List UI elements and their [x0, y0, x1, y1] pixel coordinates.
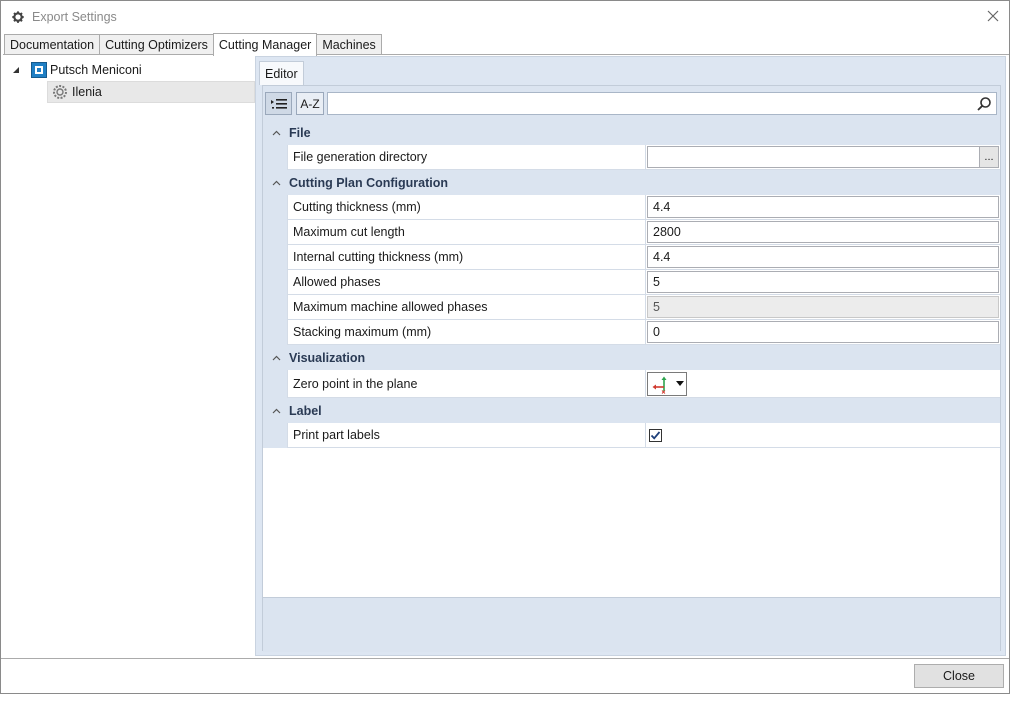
tree-node-root[interactable]: Putsch Meniconi	[11, 59, 142, 81]
window-title: Export Settings	[32, 9, 117, 24]
gear-icon	[10, 9, 26, 25]
export-settings-window: Export Settings Documentation Cutting Op…	[0, 0, 1010, 694]
property-name: Maximum cut length	[287, 220, 645, 245]
property-name: File generation directory	[287, 145, 645, 170]
property-row: Maximum cut length 2800	[263, 220, 1000, 245]
property-row: Maximum machine allowed phases 5	[263, 295, 1000, 320]
tree-node-root-label: Putsch Meniconi	[50, 63, 142, 77]
category-cutting-title: Cutting Plan Configuration	[289, 175, 449, 190]
category-cutting-plan[interactable]: Cutting Plan Configuration	[263, 170, 1000, 195]
print-labels-checkbox[interactable]	[649, 428, 662, 442]
tab-cutting-optimizers[interactable]: Cutting Optimizers	[99, 34, 214, 55]
property-row: Allowed phases 5	[263, 270, 1000, 295]
tab-cutting-manager[interactable]: Cutting Manager	[212, 33, 318, 56]
property-name: Maximum machine allowed phases	[287, 295, 645, 320]
close-window-icon[interactable]	[983, 6, 1003, 26]
property-name: Internal cutting thickness (mm)	[287, 245, 645, 270]
property-row: Print part labels	[263, 423, 1000, 448]
browse-button[interactable]: ...	[979, 146, 999, 168]
categorized-view-button[interactable]	[265, 92, 292, 115]
property-name: Zero point in the plane	[287, 370, 645, 398]
description-panel	[263, 597, 1000, 652]
main-tabs: Documentation Cutting Optimizers Cutting…	[4, 33, 382, 56]
property-row: Cutting thickness (mm) 4.4	[263, 195, 1000, 220]
dropdown-arrow-icon	[676, 380, 684, 386]
tree-node-child-label: Ilenia	[72, 85, 102, 99]
max-cut-length-input[interactable]: 2800	[647, 221, 999, 243]
tab-machines[interactable]: Machines	[316, 34, 382, 55]
max-machine-phases-readonly: 5	[647, 296, 999, 318]
tree-node-child[interactable]: Ilenia	[47, 81, 255, 103]
close-button[interactable]: Close	[914, 664, 1004, 688]
category-label[interactable]: Label	[263, 398, 1000, 423]
property-toolbar: A-Z	[263, 86, 1000, 120]
collapse-triangle-icon[interactable]	[11, 65, 21, 75]
property-search-input[interactable]	[327, 92, 997, 115]
search-icon[interactable]	[976, 96, 992, 112]
tree-view: Putsch Meniconi Ilenia	[3, 56, 255, 658]
category-visualization-title: Visualization	[289, 350, 366, 365]
zero-point-dropdown[interactable]	[647, 371, 687, 396]
property-name: Print part labels	[287, 423, 645, 448]
axes-icon	[652, 376, 667, 394]
tab-documentation[interactable]: Documentation	[4, 34, 101, 55]
file-directory-input[interactable]: ...	[647, 146, 999, 168]
property-grid: File File generation directory ... Cutti…	[263, 120, 1000, 448]
category-file-title: File	[289, 125, 311, 140]
alphabetical-view-button[interactable]: A-Z	[296, 92, 324, 115]
property-row: File generation directory ...	[263, 145, 1000, 170]
category-file[interactable]: File	[263, 120, 1000, 145]
property-row: Zero point in the plane	[263, 370, 1000, 398]
chevron-up-icon[interactable]	[263, 180, 289, 186]
property-editor: A-Z File File generation directory ... C…	[262, 85, 1001, 652]
cutting-thickness-input[interactable]: 4.4	[647, 196, 999, 218]
property-name: Stacking maximum (mm)	[287, 320, 645, 345]
allowed-phases-input[interactable]: 5	[647, 271, 999, 293]
internal-cutting-thickness-input[interactable]: 4.4	[647, 246, 999, 268]
category-label-title: Label	[289, 403, 322, 418]
property-row: Internal cutting thickness (mm) 4.4	[263, 245, 1000, 270]
property-name: Cutting thickness (mm)	[287, 195, 645, 220]
category-visualization[interactable]: Visualization	[263, 345, 1000, 370]
company-icon	[31, 62, 47, 78]
property-name: Allowed phases	[287, 270, 645, 295]
chevron-up-icon[interactable]	[263, 408, 289, 414]
tab-editor[interactable]: Editor	[259, 61, 304, 85]
checkmark-icon	[650, 430, 661, 440]
categorized-list-icon	[270, 98, 287, 109]
chevron-up-icon[interactable]	[263, 130, 289, 136]
tab-divider	[3, 54, 1009, 55]
property-row: Stacking maximum (mm) 0	[263, 320, 1000, 345]
stacking-maximum-input[interactable]: 0	[647, 321, 999, 343]
title-bar: Export Settings	[1, 1, 1009, 32]
footer-divider	[1, 658, 1009, 659]
editor-panel: Editor A-Z File File generation director…	[255, 56, 1006, 656]
machine-gear-icon	[53, 85, 67, 99]
chevron-up-icon[interactable]	[263, 355, 289, 361]
